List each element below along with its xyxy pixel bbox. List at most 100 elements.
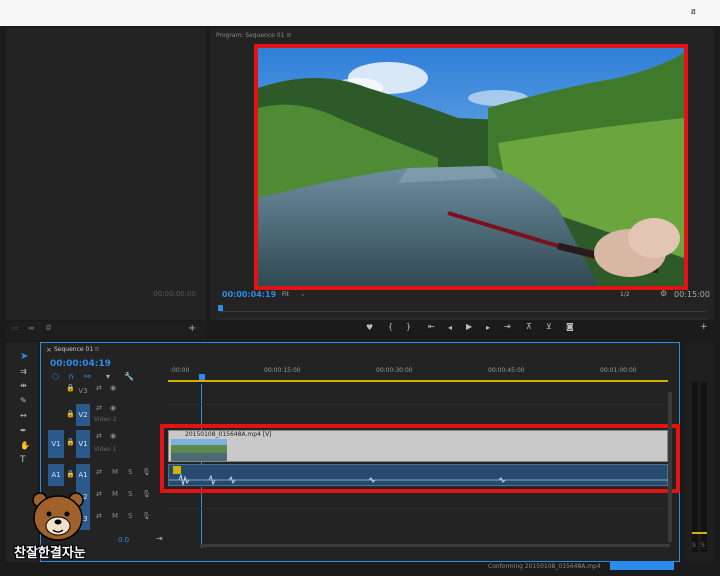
meter-solo-left[interactable]: S xyxy=(692,542,696,549)
ruler-label-0: :00:00 xyxy=(170,367,190,374)
snap-icon[interactable]: ∩ xyxy=(68,373,74,381)
program-end-timecode: 00:15:00 xyxy=(674,290,710,299)
close-icon[interactable]: × xyxy=(46,346,52,354)
resolution-select[interactable]: 1/2 xyxy=(620,291,630,298)
razor-tool-icon[interactable]: ✎ xyxy=(20,397,27,405)
ruler-label-4: 00:01:00:00 xyxy=(600,367,637,374)
watermark-logo: 찬잘한결자눈 xyxy=(14,490,108,570)
timeline-playhead-handle[interactable] xyxy=(199,374,205,380)
lock-icon[interactable]: 🔒 xyxy=(66,410,75,418)
lock-icon[interactable]: 🔒 xyxy=(66,384,75,392)
mark-out-icon[interactable]: } xyxy=(406,323,411,331)
sync-lock-icon[interactable]: ⇄ xyxy=(96,404,102,412)
mark-in-icon[interactable]: { xyxy=(388,323,393,331)
program-timecode[interactable]: 00:00:04:19 xyxy=(222,290,276,299)
track-v2-name: Video 2 xyxy=(94,416,117,423)
camera-icon[interactable]: ◘ xyxy=(46,325,52,332)
clip-highlight-box xyxy=(160,424,680,493)
lock-icon[interactable]: 🔒 xyxy=(66,438,75,446)
panel-menu-icon[interactable]: ≡ xyxy=(286,31,292,39)
source-monitor: 00:00:00:00 xyxy=(6,28,206,320)
lock-icon[interactable]: 🔒 xyxy=(66,470,75,478)
audio-meters: S S xyxy=(684,342,714,562)
eye-icon[interactable]: ◉ xyxy=(110,384,116,392)
mic-icon[interactable]: 🎙 xyxy=(142,490,151,498)
step-forward-icon[interactable]: ▸ xyxy=(486,324,490,332)
track-select-tool-icon[interactable]: ⇉ xyxy=(20,368,27,376)
source-track-a1[interactable]: A1 xyxy=(48,464,64,486)
play-icon[interactable]: ▶ xyxy=(466,323,472,331)
track-v1-name: Video 1 xyxy=(94,446,117,453)
wrench-icon[interactable]: ⚙ xyxy=(660,289,667,298)
zoom-handle-icon[interactable]: ⇥ xyxy=(156,534,163,543)
ruler-label-2: 00:00:30:00 xyxy=(376,367,413,374)
linked-selection-icon[interactable]: ⚯ xyxy=(84,373,91,381)
track-v2[interactable]: V2 xyxy=(76,404,90,426)
track-v1[interactable]: V1 xyxy=(76,430,90,458)
solo-icon[interactable]: S xyxy=(128,468,132,476)
marker-icon[interactable]: ▭ xyxy=(12,325,19,332)
hand-tool-icon[interactable]: ✋ xyxy=(20,442,30,450)
track-v3[interactable]: V3 xyxy=(76,384,90,398)
program-highlight-box xyxy=(254,44,688,290)
export-frame-icon[interactable]: ◙ xyxy=(566,323,574,331)
selection-tool-icon[interactable]: ➤ xyxy=(20,352,28,362)
timeline-horizontal-scrollbar[interactable] xyxy=(200,544,670,547)
watermark-text: 찬잘한결자눈 xyxy=(14,546,86,561)
ripple-edit-tool-icon[interactable]: ⇹ xyxy=(20,382,27,390)
timeline-tab[interactable]: Sequence 01 xyxy=(54,346,93,353)
step-back-icon[interactable]: ◂ xyxy=(448,324,452,332)
timeline-menu-icon[interactable]: ≡ xyxy=(94,345,100,353)
sync-lock-icon[interactable]: ⇄ xyxy=(96,384,102,392)
add-marker-icon-timeline[interactable]: ▾ xyxy=(106,373,110,381)
lift-icon[interactable]: ⊼ xyxy=(526,323,532,331)
ruler-label-3: 00:00:45:00 xyxy=(488,367,525,374)
source-track-v1[interactable]: V1 xyxy=(48,430,64,458)
playhead-marker[interactable] xyxy=(218,305,223,311)
ruler-label-1: 00:00:15:00 xyxy=(264,367,301,374)
solo-icon[interactable]: S xyxy=(128,490,132,498)
program-title: Program: Sequence 01 xyxy=(216,32,285,39)
mute-icon[interactable]: M xyxy=(112,512,118,520)
solo-icon[interactable]: S xyxy=(128,512,132,520)
chevron-down-icon[interactable]: ⌄ xyxy=(300,290,306,298)
eye-icon[interactable]: ◉ xyxy=(110,432,116,440)
progress-bar xyxy=(610,562,674,570)
program-scrubber[interactable] xyxy=(218,305,708,315)
go-to-out-icon[interactable]: ⇥ xyxy=(504,323,511,331)
corner-glyph: ฮ xyxy=(690,7,697,17)
master-volume[interactable]: 0.0 xyxy=(118,536,129,544)
source-timecode: 00:00:00:00 xyxy=(153,290,196,298)
nest-icon[interactable]: ⬡ xyxy=(52,373,59,381)
mic-icon[interactable]: 🎙 xyxy=(142,468,151,476)
time-ruler[interactable]: :00:00 00:00:15:00 00:00:30:00 00:00:45:… xyxy=(168,362,668,384)
status-bar: Conforming 20150108_015648A.mp4 xyxy=(0,562,720,576)
folder-icon[interactable]: ▬ xyxy=(28,325,35,332)
add-marker-icon[interactable]: ♥ xyxy=(366,324,373,332)
mic-icon[interactable]: 🎙 xyxy=(142,512,151,520)
timeline-toolbar: ⬡ ∩ ⚯ ▾ 🔧 xyxy=(50,373,140,383)
eye-icon[interactable]: ◉ xyxy=(110,404,116,412)
work-area-bar[interactable] xyxy=(168,380,668,382)
go-to-in-icon[interactable]: ⇤ xyxy=(428,323,435,331)
meter-solo-right[interactable]: S xyxy=(701,542,705,549)
track-a1[interactable]: A1 xyxy=(76,464,90,486)
timeline-vertical-scrollbar[interactable] xyxy=(668,392,672,542)
sync-lock-icon[interactable]: ⇄ xyxy=(96,432,102,440)
slip-tool-icon[interactable]: ↔ xyxy=(20,412,27,420)
settings-wrench-icon[interactable]: 🔧 xyxy=(124,373,134,381)
extract-icon[interactable]: ⊻ xyxy=(546,323,552,331)
mute-icon[interactable]: M xyxy=(112,468,118,476)
transport-controls: ♥ { } ⇤ ◂ ▶ ▸ ⇥ ⊼ ⊻ ◙ xyxy=(360,322,580,336)
type-tool-icon[interactable]: T xyxy=(20,456,26,465)
fit-select[interactable]: Fit xyxy=(282,291,289,298)
sync-lock-icon[interactable]: ⇄ xyxy=(96,468,102,476)
source-controls: ▭ ▬ ◘ + xyxy=(6,322,206,340)
zoom-bar[interactable] xyxy=(218,318,708,320)
add-icon[interactable]: + xyxy=(188,324,196,334)
timeline-timecode[interactable]: 00:00:04:19 xyxy=(50,359,111,369)
pen-tool-icon[interactable]: ✒ xyxy=(20,427,27,435)
add-button-icon[interactable]: + xyxy=(700,322,708,332)
mute-icon[interactable]: M xyxy=(112,490,118,498)
top-bar: ฮ xyxy=(0,0,720,26)
